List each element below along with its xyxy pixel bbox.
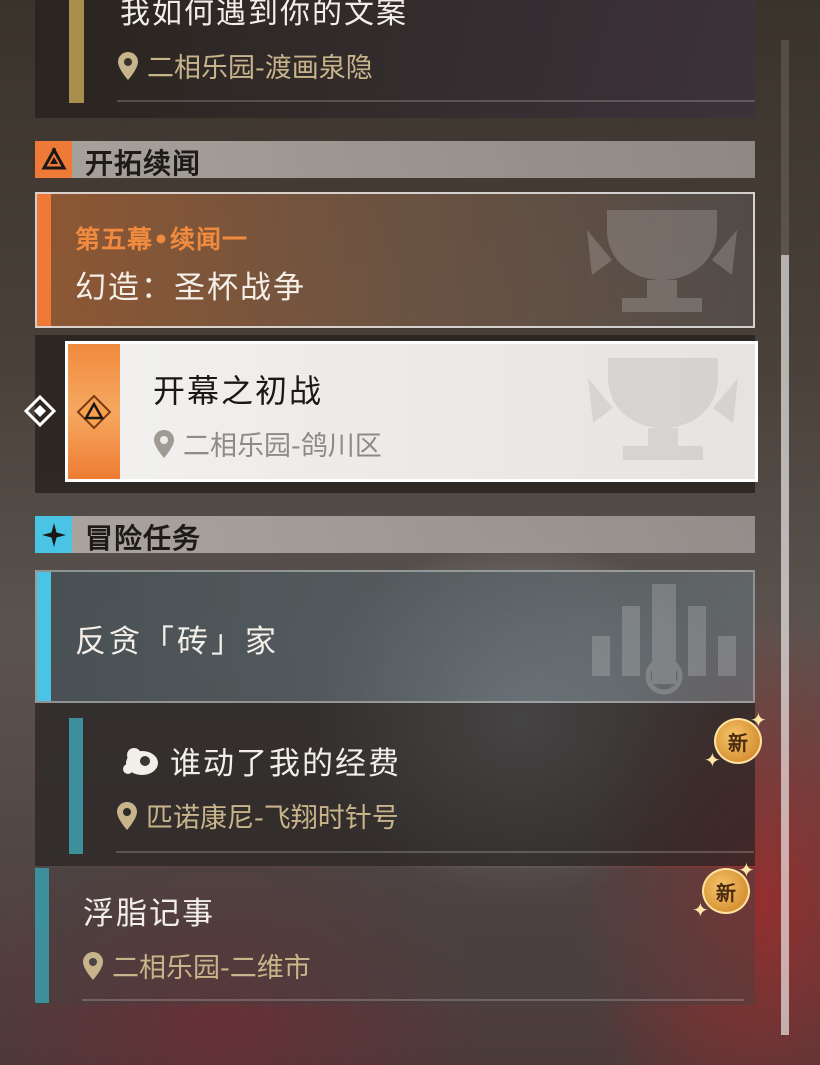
- scrollbar-thumb[interactable]: [781, 255, 789, 1035]
- new-badge: 新 ✦ ✦: [704, 708, 767, 772]
- section-header-adventure: 冒险任务: [35, 516, 755, 555]
- mission-accent-bar: [69, 0, 84, 103]
- mission-accent-bar: [35, 868, 49, 1003]
- quest-accent-bar: [37, 194, 51, 326]
- mission-accent-bar: [69, 718, 83, 854]
- mission-location: 二相乐园-二维市: [82, 946, 311, 985]
- location-pin-icon: [154, 429, 174, 458]
- new-badge-text: 新: [728, 730, 748, 755]
- trophy-watermark-icon: [587, 210, 737, 312]
- new-badge: 新 ✦ ✦: [692, 858, 755, 922]
- mission-type-stripe: [68, 344, 120, 479]
- mission-location-text: 二相乐园-二维市: [112, 953, 311, 984]
- location-pin-icon: [83, 951, 103, 980]
- quest-group-card[interactable]: 第五幕•续闻一 幻造：圣杯战争: [35, 192, 755, 328]
- trophy-watermark-icon: [588, 358, 738, 460]
- section-header-trailblaze: 开拓续闻: [35, 141, 755, 180]
- mission-title: 开幕之初战: [153, 372, 324, 410]
- selection-cursor-icon: [23, 394, 57, 428]
- sparkle-icon: ✦: [750, 708, 767, 732]
- section-label: 冒险任务: [85, 522, 202, 555]
- divider: [116, 851, 754, 853]
- trailblaze-triangle-icon: [35, 141, 72, 178]
- mission-card-background: [35, 703, 755, 866]
- divider: [117, 100, 755, 102]
- section-label: 开拓续闻: [85, 147, 202, 180]
- divider: [82, 999, 744, 1001]
- trailblaze-mission-icon: [76, 394, 112, 430]
- mission-title-row: 谁动了我的经费: [120, 738, 401, 783]
- mission-location: 二相乐园-渡画泉隐: [117, 46, 373, 85]
- mission-title: 谁动了我的经费: [170, 746, 401, 782]
- quest-chapter: 第五幕•续闻一: [75, 225, 248, 254]
- mission-title: 我如何遇到你的文案: [120, 0, 408, 31]
- location-pin-icon: [118, 51, 138, 80]
- new-badge-text: 新: [716, 880, 736, 905]
- location-pin-icon: [117, 801, 137, 830]
- quest-accent-bar: [37, 572, 51, 701]
- sparkle-icon: ✦: [738, 858, 755, 882]
- mission-location-text: 二相乐园-渡画泉隐: [147, 53, 373, 84]
- quest-group-card[interactable]: 反贪「砖」家: [35, 570, 755, 703]
- adventure-sparkle-icon: [35, 516, 72, 553]
- quest-name: 反贪「砖」家: [75, 624, 279, 660]
- mission-location-text: 匹诺康尼-飞翔时针号: [146, 803, 399, 834]
- quest-name: 幻造：圣杯战争: [75, 270, 306, 306]
- mission-location: 匹诺康尼-飞翔时针号: [116, 796, 399, 835]
- pom-pom-icon: [123, 747, 158, 775]
- mission-title: 浮脂记事: [83, 896, 215, 932]
- selected-mission-card[interactable]: 开幕之初战 二相乐园-鸽川区: [65, 341, 758, 482]
- sparkle-icon: ✦: [692, 898, 709, 922]
- sparkle-icon: ✦: [704, 748, 721, 772]
- mission-location: 二相乐园-鸽川区: [153, 424, 382, 463]
- tower-watermark-icon: [592, 584, 736, 695]
- mission-location-text: 二相乐园-鸽川区: [183, 431, 382, 462]
